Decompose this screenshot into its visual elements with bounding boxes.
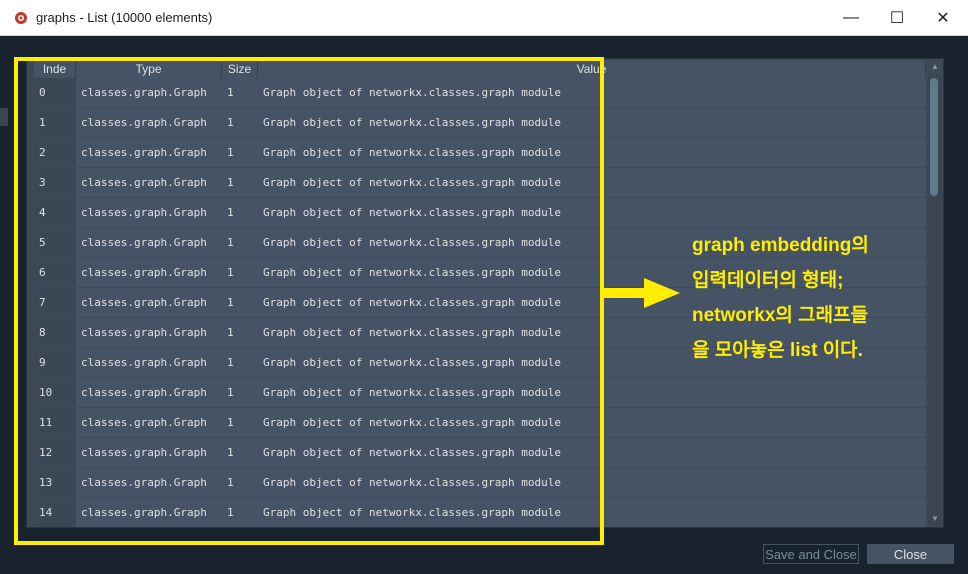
annotation-line: 을 모아놓은 list 이다. bbox=[692, 340, 863, 361]
annotation-line: graph embedding의 bbox=[692, 235, 869, 256]
background-window-edge bbox=[0, 108, 8, 126]
close-window-button[interactable]: ✕ bbox=[920, 0, 966, 36]
annotation-highlight-box bbox=[14, 57, 604, 545]
annotation-line: 입력데이터의 형태; bbox=[692, 270, 844, 291]
annotation-line: networkx의 그래프들 bbox=[692, 305, 869, 326]
scrollbar-thumb[interactable] bbox=[930, 78, 938, 196]
scroll-up-arrow-icon[interactable]: ▲ bbox=[930, 62, 940, 72]
annotation-arrow-icon bbox=[604, 278, 680, 308]
maximize-button[interactable]: ☐ bbox=[874, 0, 920, 36]
minimize-button[interactable]: — bbox=[828, 0, 874, 36]
title-bar: graphs - List (10000 elements) — ☐ ✕ bbox=[0, 0, 968, 36]
window-title: graphs - List (10000 elements) bbox=[36, 10, 213, 25]
annotation-text: graph embedding의 입력데이터의 형태; networkx의 그래… bbox=[692, 228, 942, 368]
close-button[interactable]: Close bbox=[867, 544, 954, 564]
spyder-icon bbox=[15, 12, 27, 24]
scroll-down-arrow-icon[interactable]: ▼ bbox=[930, 514, 940, 524]
save-and-close-button[interactable]: Save and Close bbox=[763, 544, 859, 564]
